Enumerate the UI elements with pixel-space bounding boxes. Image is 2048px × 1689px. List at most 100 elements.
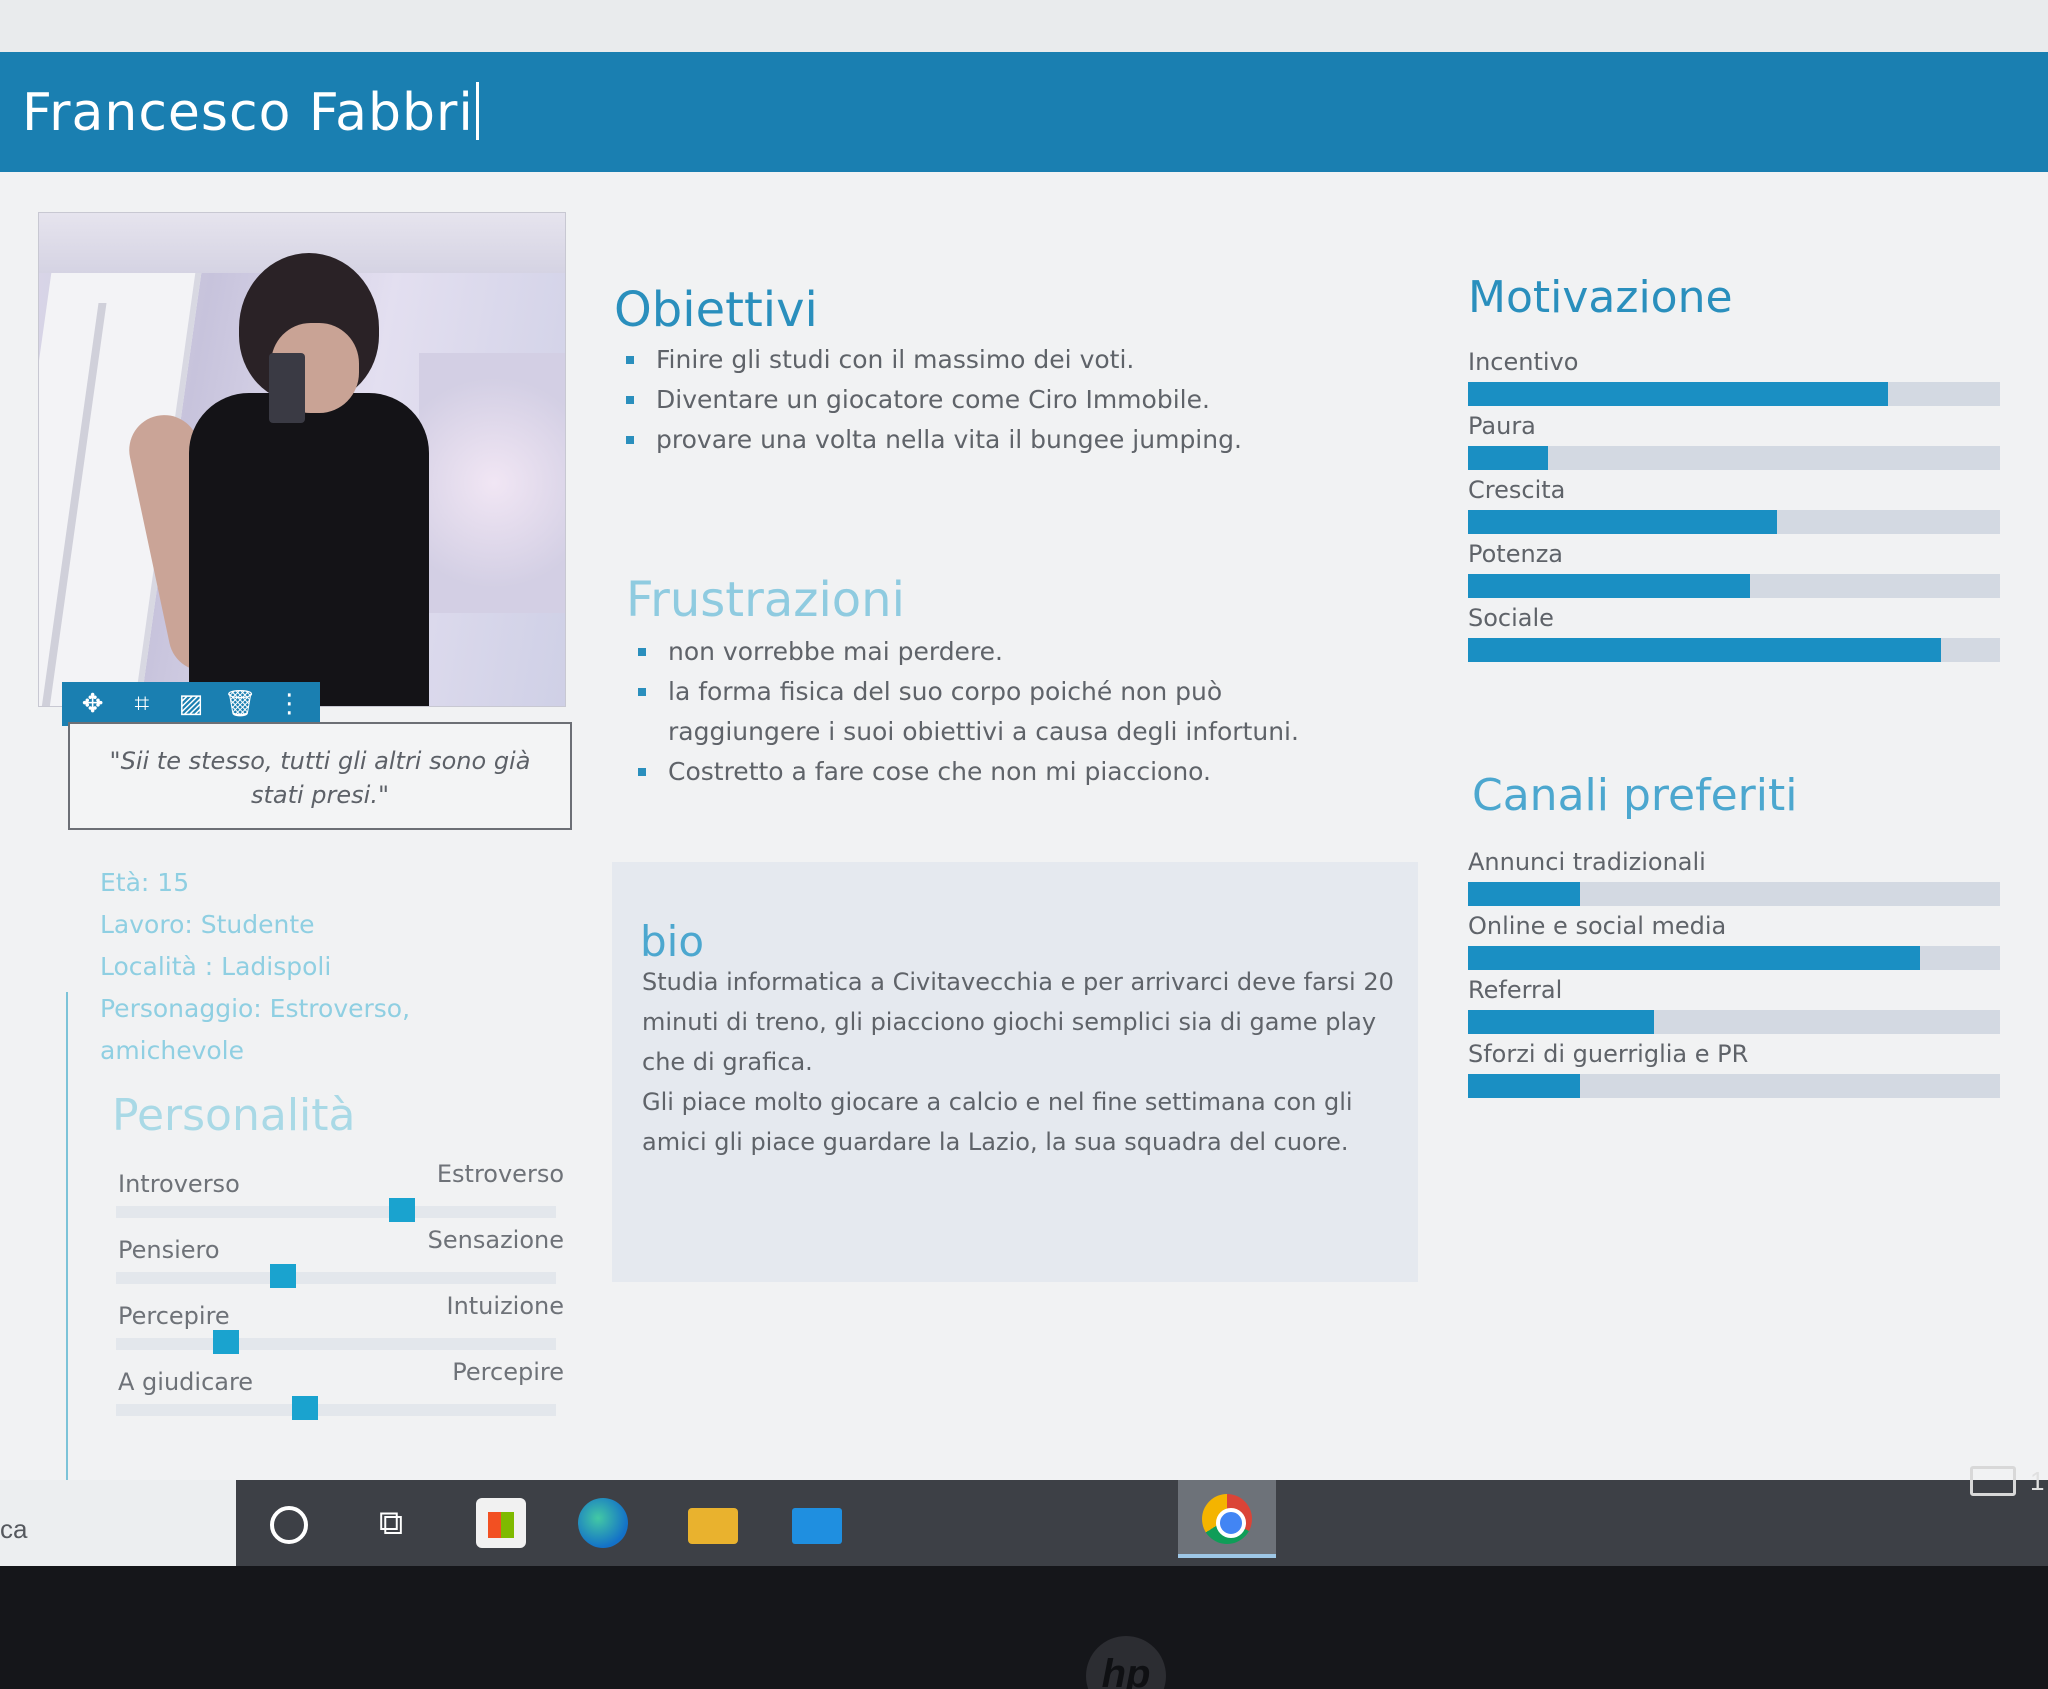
browser-top-strip [0,0,2048,52]
bar-label: Potenza [1468,540,1563,568]
cortana-icon[interactable] [262,1498,312,1548]
bar-label: Referral [1468,976,1563,1004]
info-age: Età: 15 [100,868,190,897]
taskbar-search-box[interactable]: ca [0,1480,236,1566]
channel-bar-online[interactable]: Online e social media [1468,912,2000,970]
taskbar: ca ⧉ [0,1480,2048,1566]
bar-label: Sforzi di guerriglia e PR [1468,1040,1749,1068]
personality-left-label: Percepire [118,1302,230,1330]
bar-track [1468,1010,2000,1034]
quote-text: "Sii te stesso, tutti gli altri sono già… [109,747,531,809]
info-block[interactable]: Età: 15 Lavoro: Studente Località : Ladi… [100,862,480,1072]
bar-fill [1468,1074,1580,1098]
personality-right-label: Sensazione [427,1226,564,1254]
bar-fill [1468,1010,1655,1034]
info-job: Lavoro: Studente [100,910,315,939]
bar-fill [1468,638,1942,662]
photo-body [189,393,429,706]
bio-title: bio [640,917,705,966]
personality-marker[interactable] [292,1396,319,1420]
personality-track [116,1330,556,1354]
motivation-bar-paura[interactable]: Paura [1468,412,2000,470]
personality-sliders: Introverso Estroverso Pensiero Sensazion… [116,1160,566,1426]
screen: Francesco Fabbri ✥ ⌗ ▨ 🗑 ⋮ "Sii te stess… [0,0,2048,1480]
bar-track [1468,946,2000,970]
channel-bar-referral[interactable]: Referral [1468,976,2000,1034]
bar-label: Online e social media [1468,912,1727,940]
quote-box[interactable]: "Sii te stesso, tutti gli altri sono già… [68,722,572,830]
bio-text[interactable]: Studia informatica a Civitavecchia e per… [642,962,1402,1162]
tray-number: 1 [2030,1466,2045,1496]
personality-track [116,1198,556,1222]
mail-icon[interactable] [792,1508,842,1544]
motivation-bar-crescita[interactable]: Crescita [1468,476,2000,534]
image-icon[interactable]: ▨ [171,682,211,726]
personality-track [116,1396,556,1420]
bar-track [1468,382,2000,406]
channels-title: Canali preferiti [1472,770,1798,821]
list-item: la forma fisica del suo corpo poiché non… [634,672,1374,752]
persona-name-text: Francesco Fabbri [22,83,474,143]
bar-track [1468,574,2000,598]
file-explorer-icon[interactable] [688,1508,738,1544]
photo-wall-light [419,353,565,613]
news-icon[interactable] [1970,1466,2016,1496]
personality-marker[interactable] [270,1264,297,1288]
motivation-bar-incentivo[interactable]: Incentivo [1468,348,2000,406]
info-location: Località : Ladispoli [100,952,332,981]
personality-right-label: Percepire [452,1358,564,1386]
bar-track [1468,446,2000,470]
info-character: Personaggio: Estroverso, amichevole [100,994,411,1065]
goals-list[interactable]: Finire gli studi con il massimo dei voti… [622,340,1382,460]
move-icon[interactable]: ✥ [73,682,113,726]
text-caret [475,82,479,140]
bar-fill [1468,510,1777,534]
list-item: Finire gli studi con il massimo dei voti… [622,340,1382,380]
personality-marker[interactable] [213,1330,239,1354]
task-view-icon[interactable]: ⧉ [366,1498,416,1548]
persona-photo[interactable] [38,212,566,707]
list-item: Diventare un giocatore come Ciro Immobil… [622,380,1382,420]
personality-right-label: Estroverso [436,1160,564,1188]
bar-track [1468,510,2000,534]
bio-paragraph: Gli piace molto giocare a calcio e nel f… [642,1088,1353,1156]
frustrations-title: Frustrazioni [626,572,905,628]
frustrations-list[interactable]: non vorrebbe mai perdere. la forma fisic… [634,632,1374,792]
bar-label: Annunci tradizionali [1468,848,1706,876]
motivation-bar-potenza[interactable]: Potenza [1468,540,2000,598]
crop-icon[interactable]: ⌗ [122,682,162,726]
goals-title: Obiettivi [614,282,818,338]
personality-marker[interactable] [389,1198,415,1222]
list-item: provare una volta nella vita il bungee j… [622,420,1382,460]
channel-bar-guerriglia[interactable]: Sforzi di guerriglia e PR [1468,1040,2000,1098]
chrome-icon[interactable] [1202,1494,1252,1544]
bar-label: Sociale [1468,604,1554,632]
persona-name-input[interactable]: Francesco Fabbri [22,82,479,143]
list-item: Costretto a fare cose che non mi piaccio… [634,752,1374,792]
personality-row: A giudicare Percepire [116,1358,566,1426]
search-box-text: ca [0,1514,28,1544]
bar-track [1468,638,2000,662]
personality-row: Introverso Estroverso [116,1160,566,1228]
bar-fill [1468,574,1750,598]
personality-row: Pensiero Sensazione [116,1226,566,1294]
list-item: non vorrebbe mai perdere. [634,632,1374,672]
bar-fill [1468,946,1921,970]
photo-toolbar: ✥ ⌗ ▨ 🗑 ⋮ [62,682,320,726]
personality-row: Percepire Intuizione [116,1292,566,1360]
motivation-title: Motivazione [1468,272,1733,323]
bar-fill [1468,446,1548,470]
bar-fill [1468,382,1889,406]
personality-left-label: Introverso [118,1170,240,1198]
trash-icon[interactable]: 🗑 [220,682,260,726]
bio-paragraph: Studia informatica a Civitavecchia e per… [642,968,1394,1076]
motivation-bar-sociale[interactable]: Sociale [1468,604,2000,662]
edge-icon[interactable] [578,1498,628,1548]
store-icon[interactable] [476,1498,526,1548]
bar-label: Incentivo [1468,348,1579,376]
personality-right-label: Intuizione [446,1292,564,1320]
more-icon[interactable]: ⋮ [269,682,309,726]
bar-label: Paura [1468,412,1536,440]
channel-bar-annunci[interactable]: Annunci tradizionali [1468,848,2000,906]
personality-title: Personalità [112,1090,356,1141]
